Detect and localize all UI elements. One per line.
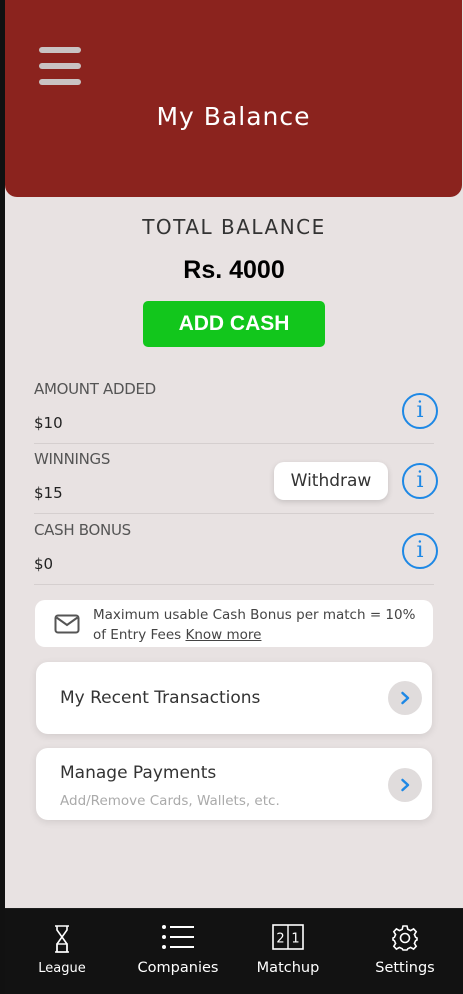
gear-icon <box>392 925 418 951</box>
nav-matchup-label: Matchup <box>256 960 320 976</box>
info-icon[interactable]: i <box>402 463 438 499</box>
notice-line-2: of Entry Fees <box>93 627 182 643</box>
hourglass-icon <box>55 925 69 953</box>
withdraw-button[interactable]: Withdraw <box>274 462 388 500</box>
notice-line-1: Maximum usable Cash Bonus per match = 10… <box>93 607 416 623</box>
svg-text:2: 2 <box>276 932 284 947</box>
hamburger-menu-icon[interactable] <box>39 47 81 85</box>
manage-payments-title: Manage Payments <box>60 763 217 783</box>
nav-matchup[interactable]: 2 1 Matchup <box>243 909 333 994</box>
nav-companies-label: Companies <box>137 960 219 976</box>
info-icon[interactable]: i <box>402 533 438 569</box>
nav-companies[interactable]: Companies <box>128 909 228 994</box>
nav-league-label: League <box>38 961 86 976</box>
recent-transactions-card[interactable]: My Recent Transactions <box>36 662 432 734</box>
svg-text:1: 1 <box>291 932 299 947</box>
amount-added-label: AMOUNT ADDED <box>34 380 156 398</box>
winnings-value: $15 <box>34 484 63 502</box>
info-icon[interactable]: i <box>402 393 438 429</box>
add-cash-button[interactable]: ADD CASH <box>143 301 325 347</box>
know-more-link[interactable]: Know more <box>185 627 261 643</box>
winnings-label: WINNINGS <box>34 450 111 468</box>
total-balance-label: TOTAL BALANCE <box>142 215 326 239</box>
winnings-row: WINNINGS $15 Withdraw i <box>34 444 438 514</box>
cash-bonus-notice: Maximum usable Cash Bonus per match = 10… <box>35 600 433 647</box>
app-screen: My Balance TOTAL BALANCE Rs. 4000 ADD CA… <box>5 0 463 908</box>
cash-bonus-row: CASH BONUS $0 i <box>34 515 438 585</box>
mail-icon <box>54 614 80 634</box>
cash-bonus-label: CASH BONUS <box>34 521 131 539</box>
chevron-right-icon[interactable] <box>388 768 422 802</box>
nav-settings[interactable]: Settings <box>360 909 450 994</box>
nav-league[interactable]: League <box>17 909 107 994</box>
chevron-right-icon[interactable] <box>388 681 422 715</box>
recent-transactions-title: My Recent Transactions <box>60 688 261 708</box>
bottom-nav: League Companies 2 1 Matchup Settings <box>5 908 463 994</box>
total-balance-value: Rs. 4000 <box>183 256 285 284</box>
amount-added-row: AMOUNT ADDED $10 i <box>34 374 438 444</box>
page-title: My Balance <box>156 102 311 131</box>
cash-bonus-value: $0 <box>34 555 54 573</box>
header: My Balance <box>5 0 462 197</box>
nav-settings-label: Settings <box>375 960 435 976</box>
list-icon <box>162 925 194 949</box>
matchup-icon: 2 1 <box>272 924 304 950</box>
amount-added-value: $10 <box>34 414 63 432</box>
manage-payments-card[interactable]: Manage Payments Add/Remove Cards, Wallet… <box>36 748 432 820</box>
manage-payments-subtitle: Add/Remove Cards, Wallets, etc. <box>60 793 280 809</box>
notice-text: Maximum usable Cash Bonus per match = 10… <box>93 605 428 645</box>
